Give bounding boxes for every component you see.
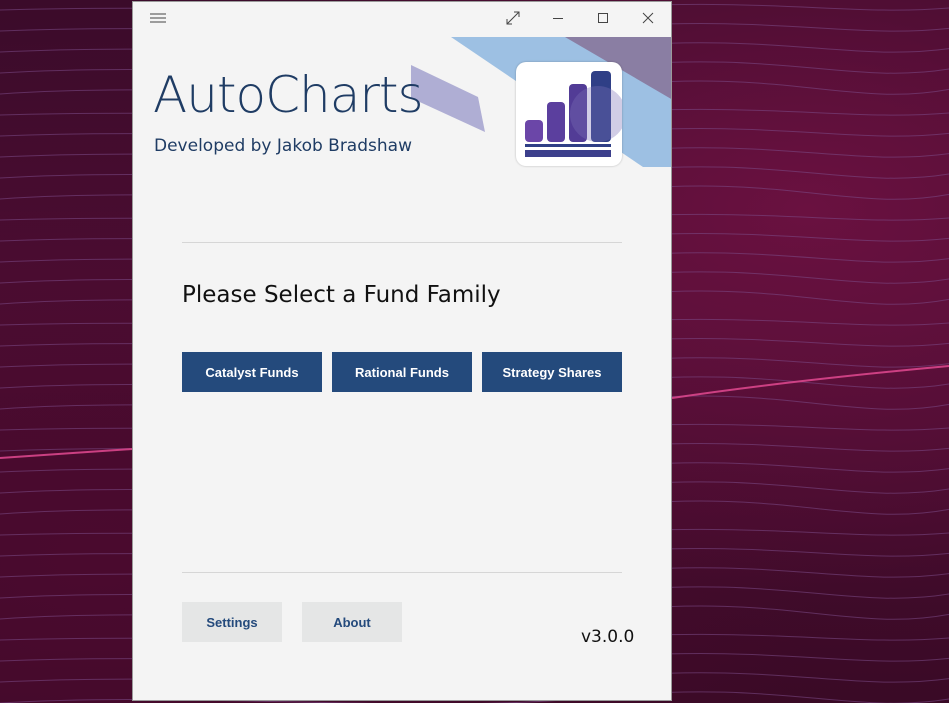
version-label: v3.0.0 <box>581 627 635 647</box>
settings-button[interactable]: Settings <box>182 602 282 642</box>
expand-diagonal-icon <box>506 11 520 25</box>
strategy-shares-button[interactable]: Strategy Shares <box>482 352 622 392</box>
close-button[interactable] <box>625 2 671 34</box>
catalyst-funds-button[interactable]: Catalyst Funds <box>182 352 322 392</box>
page-title: Please Select a Fund Family <box>182 282 501 308</box>
maximize-button[interactable] <box>580 2 626 34</box>
app-subtitle: Developed by Jakob Bradshaw <box>154 136 412 156</box>
minimize-button[interactable] <box>535 2 581 34</box>
maximize-icon <box>597 12 609 24</box>
about-button[interactable]: About <box>302 602 402 642</box>
title-bar <box>133 2 671 34</box>
app-window: AutoCharts Developed by Jakob Bradshaw P… <box>132 1 672 701</box>
app-title: AutoCharts <box>153 66 424 124</box>
menu-button[interactable] <box>135 2 181 34</box>
close-icon <box>642 12 654 24</box>
bottom-divider <box>182 572 622 573</box>
minimize-icon <box>552 12 564 24</box>
hamburger-icon <box>150 12 166 24</box>
app-logo <box>516 62 626 166</box>
top-divider <box>182 242 622 243</box>
fullscreen-button[interactable] <box>490 2 536 34</box>
bar-chart-logo-icon <box>525 71 626 157</box>
rational-funds-button[interactable]: Rational Funds <box>332 352 472 392</box>
